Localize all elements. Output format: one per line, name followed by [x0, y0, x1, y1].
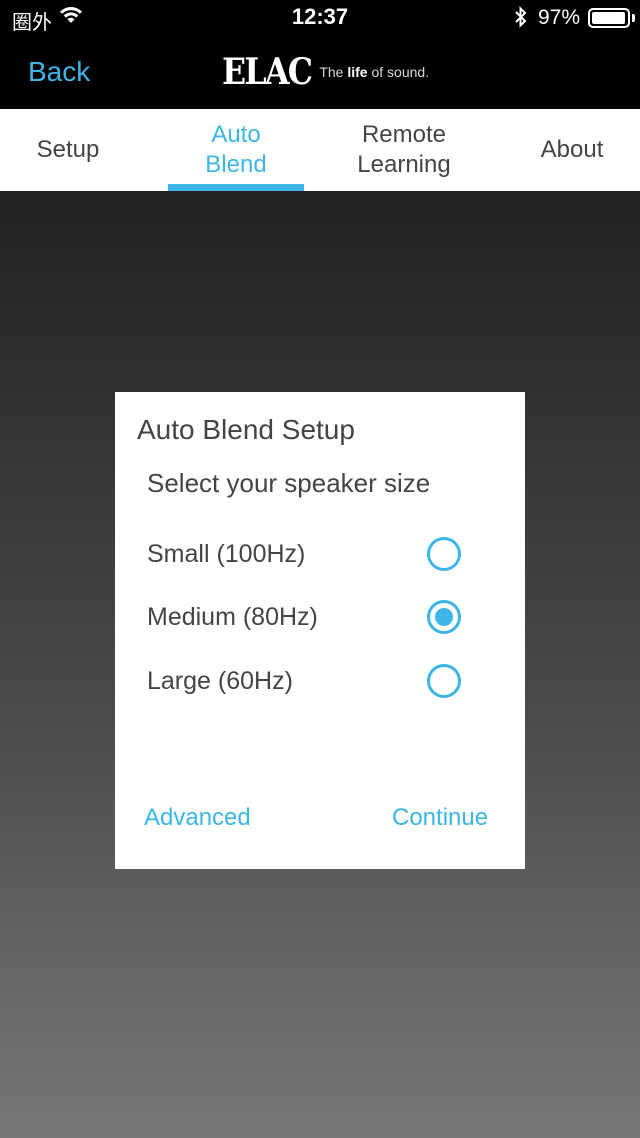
- advanced-button[interactable]: Advanced: [144, 804, 251, 832]
- status-bar: 圈外 12:37 97%: [0, 0, 640, 36]
- option-label: Small (100Hz): [147, 540, 306, 568]
- option-small[interactable]: Small (100Hz): [115, 530, 525, 580]
- option-label: Large (60Hz): [147, 667, 293, 695]
- continue-button[interactable]: Continue: [392, 804, 488, 832]
- battery-nub: [632, 14, 635, 22]
- radio-small[interactable]: [427, 537, 461, 571]
- tab-setup[interactable]: Setup: [0, 109, 136, 191]
- tagline-the: The: [319, 64, 348, 80]
- bluetooth-icon: [515, 6, 527, 28]
- option-medium[interactable]: Medium (80Hz): [115, 593, 525, 643]
- logo-mark: ELAC: [222, 51, 313, 93]
- tab-about[interactable]: About: [504, 109, 640, 191]
- nav-bar: Back ELAC The life of sound.: [0, 36, 640, 109]
- option-label: Medium (80Hz): [147, 603, 318, 631]
- tab-label: Setup: [36, 136, 100, 163]
- tab-label: About: [540, 136, 604, 163]
- tab-auto-blend[interactable]: Auto Blend: [168, 109, 304, 191]
- battery-icon: [588, 8, 630, 28]
- back-button[interactable]: Back: [28, 56, 90, 88]
- logo-tagline: The life of sound.: [319, 64, 429, 80]
- tab-label: Remote Learning: [357, 121, 451, 178]
- tab-label: Auto Blend: [205, 121, 267, 178]
- tab-remote-learning[interactable]: Remote Learning: [336, 109, 472, 191]
- auto-blend-dialog: Auto Blend Setup Select your speaker siz…: [115, 392, 525, 869]
- dialog-title: Auto Blend Setup: [137, 414, 355, 445]
- radio-large[interactable]: [427, 664, 461, 698]
- battery-level: [592, 12, 625, 24]
- radio-medium[interactable]: [427, 600, 461, 634]
- battery-percent: 97%: [538, 6, 581, 29]
- dialog-subtitle: Select your speaker size: [147, 468, 431, 498]
- tab-bar: Setup Auto Blend Remote Learning About: [0, 109, 640, 191]
- tagline-rest: of sound.: [367, 64, 430, 80]
- tagline-life: life: [347, 64, 368, 80]
- option-large[interactable]: Large (60Hz): [115, 657, 525, 707]
- active-tab-indicator: [168, 184, 304, 191]
- elac-logo: ELAC The life of sound.: [222, 54, 429, 90]
